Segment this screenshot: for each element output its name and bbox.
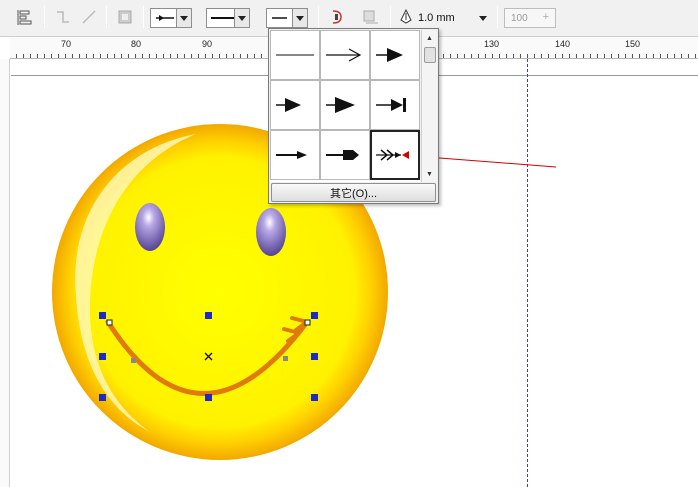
- arrow-to-bar-icon: [376, 98, 406, 112]
- arrowhead-option-open[interactable]: [320, 30, 370, 80]
- scrollbar-thumb[interactable]: [424, 47, 436, 63]
- arrowhead-option-none[interactable]: [270, 30, 320, 80]
- scroll-up-icon[interactable]: ▲: [422, 31, 437, 45]
- plain-line-icon: [276, 54, 314, 56]
- arrowhead-popup: ▲ ▼ 其它(O)...: [268, 28, 439, 204]
- scroll-down-icon[interactable]: ▼: [422, 167, 437, 181]
- arrowhead-scrollbar[interactable]: ▲ ▼: [421, 30, 437, 182]
- filled-triangle-arrow-icon: [376, 48, 403, 62]
- right-eye[interactable]: [256, 208, 286, 256]
- arrowhead-option-to-bar[interactable]: [370, 80, 420, 130]
- arrowhead-option-filled[interactable]: [370, 30, 420, 80]
- arrowhead-grid: [270, 30, 420, 182]
- other-arrowheads-button[interactable]: 其它(O)...: [271, 183, 436, 202]
- thin-arrow-icon: [276, 151, 307, 159]
- arrowhead-option-large-filled[interactable]: [320, 80, 370, 130]
- small-filled-arrow-icon: [276, 98, 301, 112]
- open-arrow-icon: [326, 48, 362, 62]
- large-filled-arrow-icon: [326, 97, 355, 113]
- coreldraw-window: 1.0 mm 100 + 70 80 90 130 140 150 ▲ ▼ 其它…: [0, 0, 698, 487]
- arrowhead-option-small-filled[interactable]: [270, 80, 320, 130]
- square-tail-arrow-icon: [326, 150, 359, 160]
- feather-arrow-icon: [376, 149, 409, 161]
- arrowhead-option-thin[interactable]: [270, 130, 320, 180]
- arrowhead-option-square-tail[interactable]: [320, 130, 370, 180]
- arrowhead-option-feather[interactable]: [370, 130, 420, 180]
- left-eye[interactable]: [135, 203, 165, 251]
